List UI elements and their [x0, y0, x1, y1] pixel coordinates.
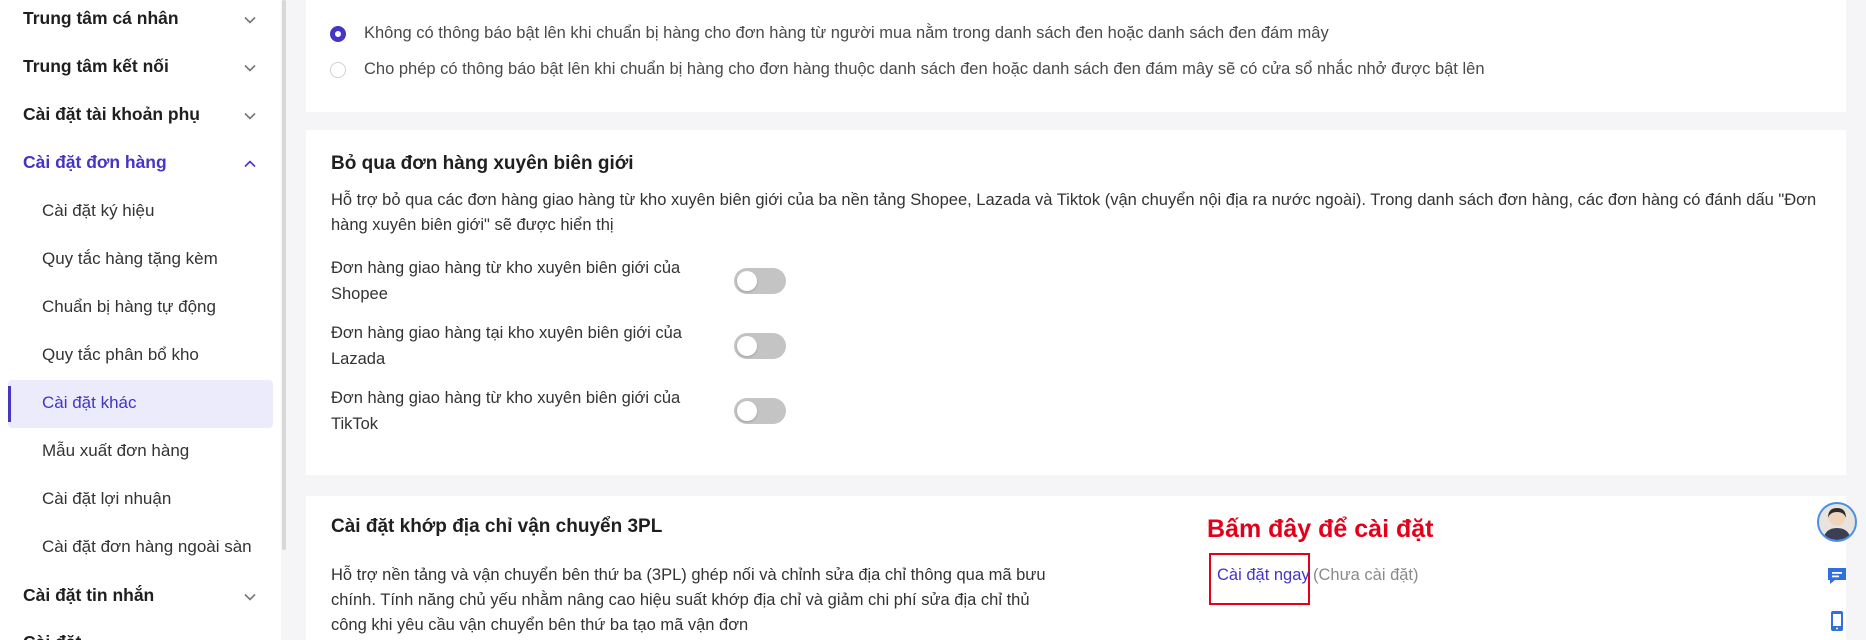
address-3pl-title: Cài đặt khớp địa chỉ vận chuyển 3PL: [331, 516, 663, 537]
sidebar-item-auto-prepare[interactable]: Chuẩn bị hàng tự động: [42, 297, 216, 317]
sidebar-group-order-settings[interactable]: Cài đặt đơn hàng: [23, 152, 167, 173]
toggle-label-lazada-line1: Đơn hàng giao hàng tại kho xuyên biên gi…: [331, 324, 682, 342]
blacklist-popup-card: [306, 0, 1846, 112]
setup-status-text: (Chưa cài đặt): [1313, 566, 1419, 584]
toggle-tiktok[interactable]: [734, 398, 786, 424]
sidebar-group-partial[interactable]: Cài đặt ...: [23, 632, 101, 640]
radio-no-popup[interactable]: [330, 26, 346, 42]
address-3pl-desc-line1: Hỗ trợ nền tảng và vận chuyển bên thứ ba…: [331, 566, 1046, 584]
toggle-label-lazada: Đơn hàng giao hàng tại kho xuyên biên gi…: [331, 320, 701, 372]
radio-allow-popup[interactable]: [330, 62, 346, 78]
sidebar-item-offplatform-orders[interactable]: Cài đặt đơn hàng ngoài sàn: [42, 537, 252, 557]
address-3pl-desc-line2: chính. Tính năng chủ yếu nhằm nâng cao h…: [331, 591, 1030, 609]
sidebar-group-message-settings[interactable]: Cài đặt tin nhắn: [23, 585, 154, 606]
chevron-down-icon[interactable]: [243, 13, 257, 27]
sidebar-group-sub-account-settings[interactable]: Cài đặt tài khoản phụ: [23, 104, 200, 125]
avatar-icon: [1823, 508, 1851, 540]
toggle-lazada[interactable]: [734, 333, 786, 359]
toggle-label-shopee: Đơn hàng giao hàng từ kho xuyên biên giớ…: [331, 255, 701, 307]
sidebar-active-indicator: [8, 386, 11, 422]
chevron-down-icon[interactable]: [243, 109, 257, 123]
cross-border-desc-line1: Hỗ trợ bỏ qua các đơn hàng giao hàng từ …: [331, 191, 1817, 209]
setup-now-link[interactable]: Cài đặt ngay: [1217, 566, 1310, 585]
cross-border-title: Bỏ qua đơn hàng xuyên biên giới: [331, 153, 634, 174]
sidebar-item-gift-rules[interactable]: Quy tắc hàng tặng kèm: [42, 249, 218, 269]
sidebar-item-profit-settings[interactable]: Cài đặt lợi nhuận: [42, 489, 171, 509]
sidebar-item-warehouse-rules[interactable]: Quy tắc phân bổ kho: [42, 345, 199, 365]
sidebar-item-other-settings[interactable]: Cài đặt khác: [42, 393, 137, 413]
sidebar-scrollbar[interactable]: [282, 0, 286, 550]
toggle-label-tiktok-line2: TikTok: [331, 415, 379, 433]
app: Trung tâm cá nhân Trung tâm kết nối Cài …: [0, 0, 1866, 640]
cross-border-desc-line2: hàng xuyên biên giới" sẽ được hiển thị: [331, 216, 614, 234]
toggle-label-shopee-line1: Đơn hàng giao hàng từ kho xuyên biên giớ…: [331, 259, 681, 277]
sidebar: Trung tâm cá nhân Trung tâm kết nối Cài …: [0, 0, 281, 640]
support-avatar[interactable]: [1817, 502, 1857, 542]
sidebar-group-connection-center[interactable]: Trung tâm kết nối: [23, 56, 169, 77]
toggle-label-tiktok-line1: Đơn hàng giao hàng từ kho xuyên biên giớ…: [331, 389, 681, 407]
chat-icon[interactable]: [1825, 564, 1849, 588]
chevron-up-icon[interactable]: [243, 157, 257, 171]
mobile-icon[interactable]: [1825, 609, 1849, 633]
toggle-label-tiktok: Đơn hàng giao hàng từ kho xuyên biên giớ…: [331, 385, 701, 437]
toggle-label-lazada-line2: Lazada: [331, 350, 386, 368]
sidebar-item-symbol-settings[interactable]: Cài đặt ký hiệu: [42, 201, 154, 221]
chevron-down-icon[interactable]: [243, 590, 257, 604]
chevron-down-icon[interactable]: [243, 61, 257, 75]
annotation-click-here: Bấm đây để cài đặt: [1207, 515, 1434, 543]
sidebar-group-personal-center[interactable]: Trung tâm cá nhân: [23, 8, 179, 29]
radio-no-popup-label[interactable]: Không có thông báo bật lên khi chuẩn bị …: [364, 24, 1329, 43]
sidebar-item-export-template[interactable]: Mẫu xuất đơn hàng: [42, 441, 189, 461]
address-3pl-desc-line3: công khi yêu cầu vận chuyển bên thứ ba t…: [331, 616, 749, 634]
toggle-label-shopee-line2: Shopee: [331, 285, 388, 303]
toggle-shopee[interactable]: [734, 268, 786, 294]
radio-allow-popup-label[interactable]: Cho phép có thông báo bật lên khi chuẩn …: [364, 60, 1485, 79]
